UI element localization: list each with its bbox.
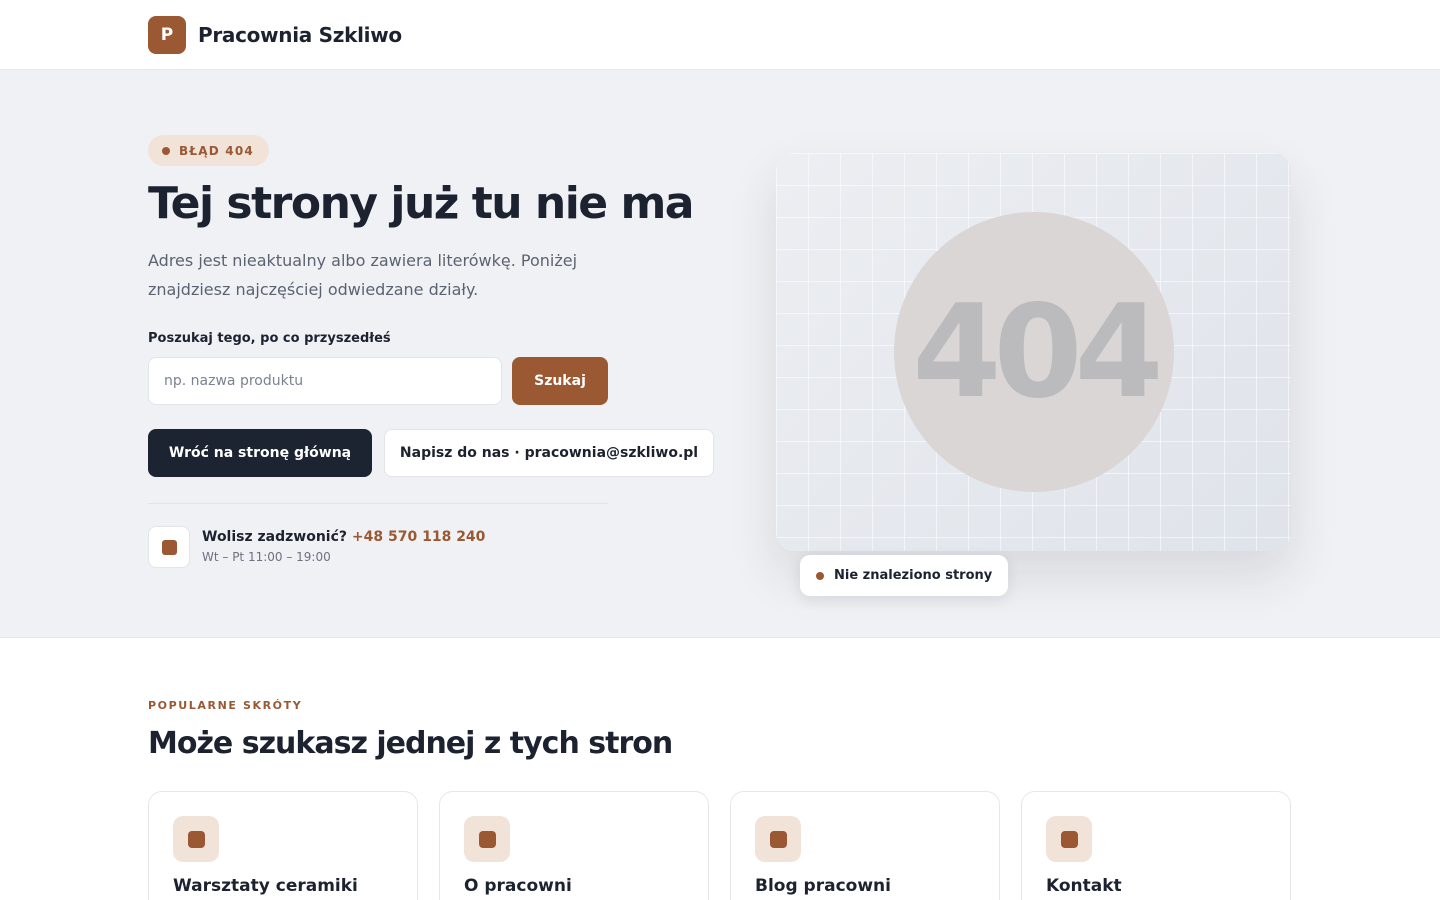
phone-icon [148, 526, 190, 568]
home-button[interactable]: Wróć na stronę główną [148, 429, 372, 477]
error-code: 404 [912, 277, 1163, 427]
not-found-pill: Nie znaleziono strony [800, 555, 1009, 596]
about-icon [464, 816, 510, 862]
brand-name[interactable]: Pracownia Szkliwo [198, 23, 402, 47]
popular-title: Może szukasz jednej z tych stron [148, 726, 673, 761]
error-badge: BŁĄD 404 [148, 135, 269, 166]
card-title: O pracowni [464, 876, 572, 896]
search-input[interactable] [148, 357, 502, 405]
badge-dot-icon [162, 146, 170, 155]
card-title: Warsztaty ceramiki [173, 876, 358, 896]
search-label: Poszukaj tego, po co przyszedłeś [148, 331, 391, 346]
hero-section: BŁĄD 404 Tej strony już tu nie ma Adres … [0, 70, 1440, 638]
phone-line: Wolisz zadzwonić? +48 570 118 240 [202, 529, 485, 545]
shortcut-cards: Warsztaty ceramiki O pracowni Blog praco… [148, 791, 1291, 900]
badge-label: BŁĄD 404 [179, 143, 254, 158]
phone-number-link[interactable]: +48 570 118 240 [352, 529, 486, 545]
blog-icon [755, 816, 801, 862]
popular-section: POPULARNE SKRÓTY Może szukasz jednej z t… [0, 638, 1440, 900]
phone-hours: Wt – Pt 11:00 – 19:00 [202, 550, 331, 564]
not-found-label: Nie znaleziono strony [834, 568, 993, 583]
phone-icon-square [161, 539, 177, 555]
shortcut-card-about[interactable]: O pracowni [439, 791, 709, 900]
page-title: Tej strony już tu nie ma [148, 178, 695, 229]
phone-question: Wolisz zadzwonić? [202, 529, 348, 545]
page-subtitle: Adres jest nieaktualny albo zawiera lite… [148, 251, 578, 299]
contact-icon [1046, 816, 1092, 862]
site-header: P Pracownia Szkliwo [0, 0, 1440, 70]
shortcut-card-blog[interactable]: Blog pracowni [730, 791, 1000, 900]
workshops-icon [173, 816, 219, 862]
not-found-dot-icon [816, 571, 824, 580]
contact-email-button[interactable]: Napisz do nas · pracownia@szkliwo.pl [384, 429, 714, 477]
card-title: Blog pracowni [755, 876, 891, 896]
card-title: Kontakt [1046, 876, 1122, 896]
shortcut-card-contact[interactable]: Kontakt [1021, 791, 1291, 900]
divider [148, 503, 608, 504]
search-button[interactable]: Szukaj [512, 357, 608, 405]
shortcut-card-workshops[interactable]: Warsztaty ceramiki [148, 791, 418, 900]
logo-icon[interactable]: P [148, 15, 186, 54]
popular-eyebrow: POPULARNE SKRÓTY [148, 699, 303, 712]
error-illustration: 404 [776, 153, 1291, 551]
